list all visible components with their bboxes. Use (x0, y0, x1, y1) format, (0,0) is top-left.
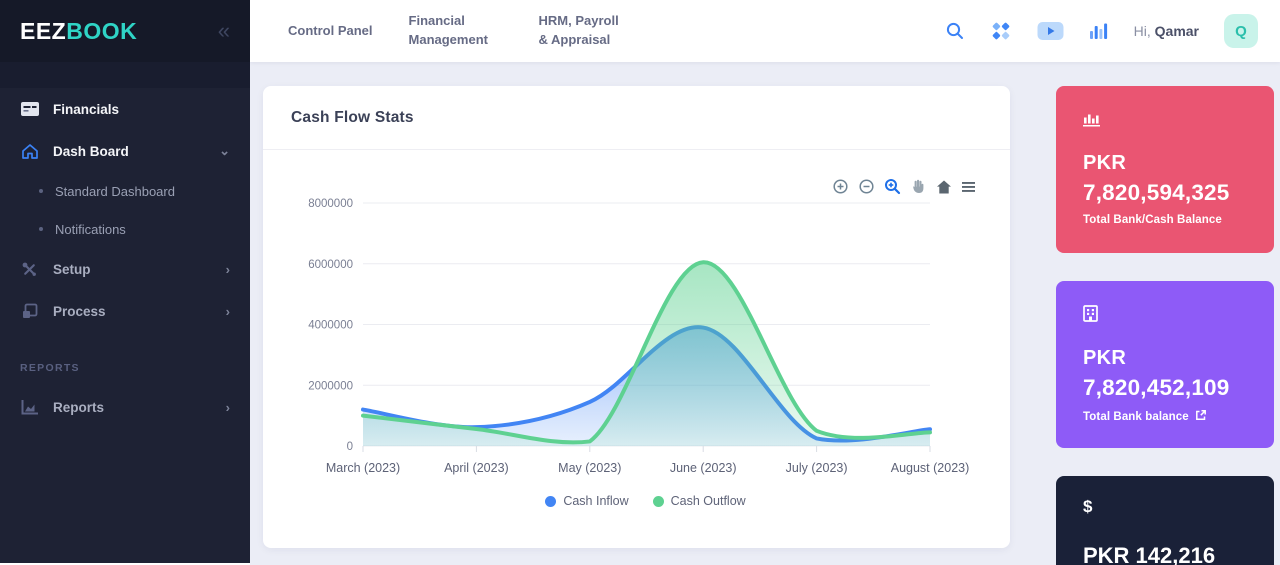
chevron-down-icon: ⌄ (219, 143, 230, 159)
stat-currency: PKR (1083, 347, 1247, 370)
home-icon (20, 143, 39, 160)
credit-card-icon (20, 102, 39, 116)
menu-icon[interactable] (961, 180, 976, 194)
chevron-right-icon: › (226, 304, 230, 319)
logo-primary: EEZ (20, 18, 66, 44)
dollar-icon: $ (1083, 500, 1247, 517)
svg-text:April (2023): April (2023) (444, 461, 509, 475)
apps-icon[interactable] (990, 20, 1012, 42)
svg-text:8000000: 8000000 (308, 198, 353, 210)
svg-text:June (2023): June (2023) (670, 461, 737, 475)
stat-amount: PKR 142,216 (1083, 543, 1247, 565)
legend-label: Cash Outflow (671, 494, 746, 508)
user-name: Qamar (1155, 23, 1199, 39)
sidebar-subitem-label: Standard Dashboard (55, 184, 175, 199)
home-reset-icon[interactable] (936, 179, 952, 195)
sidebar-item-setup[interactable]: Setup › (0, 248, 250, 290)
stat-card-total-bank-cash-balance: PKR 7,820,594,325 Total Bank/Cash Balanc… (1056, 86, 1274, 253)
legend-dot (545, 496, 556, 507)
svg-text:August (2023): August (2023) (891, 461, 970, 475)
page-title: Cash Flow Stats (291, 109, 414, 127)
stat-card-pkr-142216: $ PKR 142,216 (1056, 476, 1274, 565)
sidebar-item-standard-dashboard[interactable]: Standard Dashboard (0, 172, 250, 210)
sidebar-collapse-icon[interactable]: « (218, 20, 230, 42)
chart-toolbar (832, 178, 976, 195)
tools-icon (20, 261, 39, 278)
svg-text:March (2023): March (2023) (326, 461, 400, 475)
stat-label: Total Bank balance (1083, 409, 1247, 424)
nav-hrm-payroll[interactable]: HRM, Payroll & Appraisal (539, 12, 625, 50)
stat-currency: PKR (1083, 152, 1247, 175)
bullet-icon (39, 227, 43, 231)
user-greeting: Hi, Qamar (1134, 23, 1199, 39)
sidebar-item-reports[interactable]: Reports › (0, 386, 250, 428)
bar-chart-icon (1083, 110, 1247, 127)
external-link-icon[interactable] (1195, 409, 1207, 424)
topbar: Control Panel Financial Management HRM, … (250, 0, 1280, 62)
nav-control-panel[interactable]: Control Panel (288, 22, 373, 41)
selection-zoom-icon[interactable] (884, 178, 901, 195)
search-icon[interactable] (945, 21, 965, 41)
stat-amount: 7,820,452,109 (1083, 375, 1247, 401)
svg-text:4000000: 4000000 (308, 320, 353, 332)
sidebar-item-label: Process (53, 304, 106, 319)
stat-label-text: Total Bank balance (1083, 411, 1189, 423)
process-grid-icon (20, 303, 39, 319)
sidebar: EEZBOOK « Financials Dash Board ⌄ Standa… (0, 0, 250, 563)
cashflow-card: Cash Flow Stats (263, 86, 1010, 548)
cashflow-card-header: Cash Flow Stats (263, 86, 1010, 150)
sidebar-item-dashboard[interactable]: Dash Board ⌄ (0, 130, 250, 172)
chart-legend: Cash Inflow Cash Outflow (263, 494, 1010, 508)
video-icon[interactable] (1037, 21, 1064, 41)
topbar-nav: Control Panel Financial Management HRM, … (250, 12, 625, 50)
sidebar-item-process[interactable]: Process › (0, 290, 250, 332)
avatar[interactable]: Q (1224, 14, 1258, 48)
topbar-actions: Hi, Qamar Q (945, 14, 1280, 48)
pan-icon[interactable] (910, 178, 927, 195)
cashflow-chart-body: 0 2000000 4000000 6000000 8000000 March (2023… (263, 150, 1010, 508)
logo-bar: EEZBOOK « (0, 0, 250, 62)
sidebar-item-label: Financials (53, 102, 119, 117)
sidebar-item-financials[interactable]: Financials (0, 88, 250, 130)
legend-item-cash-inflow[interactable]: Cash Inflow (545, 494, 628, 508)
svg-text:6000000: 6000000 (308, 259, 353, 271)
svg-text:2000000: 2000000 (308, 380, 353, 392)
stat-card-total-bank-balance: PKR 7,820,452,109 Total Bank balance (1056, 281, 1274, 448)
legend-label: Cash Inflow (563, 494, 628, 508)
chevron-right-icon: › (226, 400, 230, 415)
building-icon (1083, 305, 1247, 322)
bullet-icon (39, 189, 43, 193)
sidebar-item-label: Reports (53, 400, 104, 415)
sidebar-divider-band (0, 62, 250, 88)
report-chart-icon (20, 399, 39, 415)
nav-financial-management[interactable]: Financial Management (409, 12, 503, 50)
sidebar-subitem-label: Notifications (55, 222, 126, 237)
svg-text:July (2023): July (2023) (786, 461, 848, 475)
legend-item-cash-outflow[interactable]: Cash Outflow (653, 494, 746, 508)
chevron-right-icon: › (226, 262, 230, 277)
greeting-prefix: Hi, (1134, 23, 1151, 39)
svg-text:May (2023): May (2023) (558, 461, 621, 475)
sidebar-item-label: Dash Board (53, 144, 129, 159)
legend-dot (653, 496, 664, 507)
logo-secondary: BOOK (66, 18, 137, 44)
sidebar-item-label: Setup (53, 262, 91, 277)
main-content: Cash Flow Stats (250, 62, 1280, 565)
app-logo[interactable]: EEZBOOK (20, 18, 137, 45)
zoom-out-icon[interactable] (858, 178, 875, 195)
stat-label: Total Bank/Cash Balance (1083, 214, 1247, 226)
analytics-icon[interactable] (1089, 22, 1109, 40)
zoom-in-icon[interactable] (832, 178, 849, 195)
cashflow-chart-svg[interactable]: 0 2000000 4000000 6000000 8000000 March (2023… (263, 150, 1010, 490)
sidebar-section-reports: REPORTS (0, 332, 250, 386)
svg-text:0: 0 (347, 441, 353, 453)
stat-amount: 7,820,594,325 (1083, 180, 1247, 206)
sidebar-item-notifications[interactable]: Notifications (0, 210, 250, 248)
